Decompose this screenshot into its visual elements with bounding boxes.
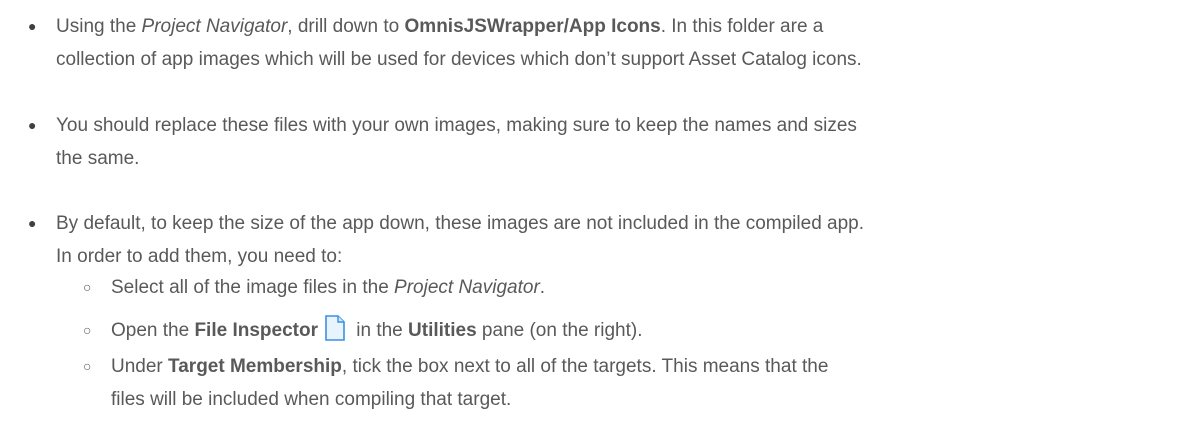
bold-text: OmnisJSWrapper/App Icons (404, 16, 661, 37)
text-run: You should replace these files with your… (56, 115, 857, 136)
sub-bullet-marker: ○ (83, 279, 92, 295)
sub-bullet-text: Under Target Membership, tick the box ne… (111, 350, 1181, 416)
text-run: Using the (56, 16, 142, 37)
sub-bullet-text: Open the File Inspector in the Utilities… (111, 314, 1181, 347)
sub-bullet-marker: ○ (83, 322, 92, 338)
text-run: . (539, 277, 546, 298)
text-run: Under (111, 356, 169, 377)
sub-bullet-marker: ○ (83, 358, 92, 374)
text-run: , drill down to (287, 16, 405, 37)
bullet-marker: ● (28, 215, 37, 231)
bullet-marker: ● (28, 18, 37, 34)
text-run: Open the (111, 320, 195, 341)
text-run: Select all of the image files in the (111, 277, 395, 298)
document-page: ● Using the Project Navigator, drill dow… (0, 0, 1197, 443)
bold-text: Utilities (408, 320, 477, 341)
text-run: in the (350, 320, 409, 341)
text-run: By default, to keep the size of the app … (56, 213, 865, 234)
text-run: collection of app images which will be u… (56, 49, 862, 70)
document-icon (323, 314, 347, 342)
bullet-text: By default, to keep the size of the app … (56, 207, 1186, 273)
text-run: . In this folder are a (660, 16, 824, 37)
text-run: the same. (56, 148, 140, 169)
bold-text: File Inspector (194, 320, 318, 341)
emphasis-text: Project Navigator (394, 277, 540, 298)
text-run: , tick the box next to all of the target… (341, 356, 829, 377)
emphasis-text: Project Navigator (141, 16, 288, 37)
bullet-text: Using the Project Navigator, drill down … (56, 10, 1186, 76)
text-run: pane (on the right). (476, 320, 643, 341)
sub-bullet-text: Select all of the image files in the Pro… (111, 271, 1181, 304)
text-run: files will be included when compiling th… (111, 389, 512, 410)
bullet-text: You should replace these files with your… (56, 109, 1186, 175)
bullet-marker: ● (28, 117, 37, 133)
text-run: In order to add them, you need to: (56, 246, 343, 267)
bold-text: Target Membership (168, 356, 342, 377)
